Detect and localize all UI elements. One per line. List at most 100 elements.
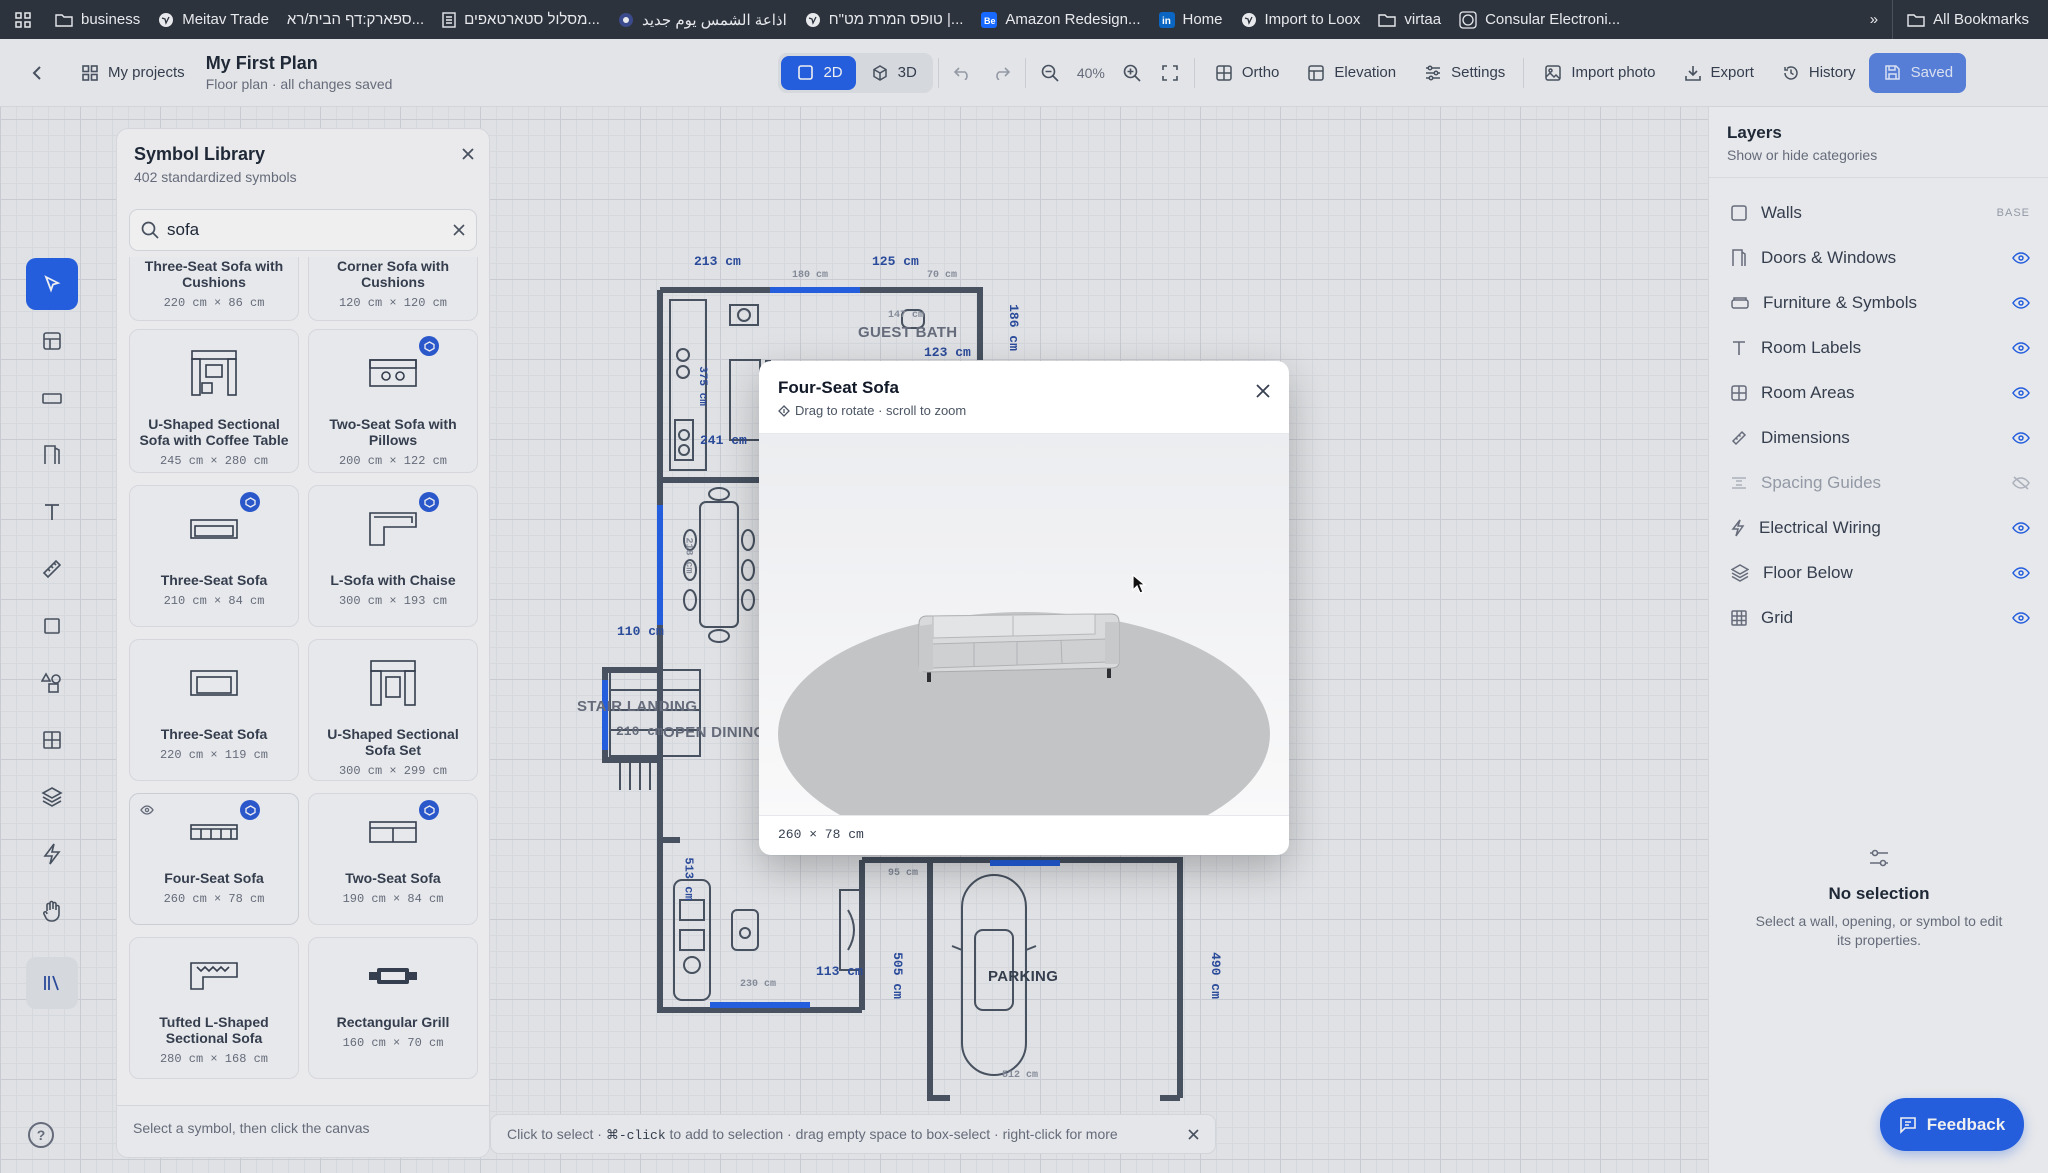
layer-doors-windows[interactable]: Doors & Windows xyxy=(1709,235,2048,280)
symbol-search-input[interactable]: sofa xyxy=(129,209,477,251)
layer-floor-below[interactable]: Floor Below xyxy=(1709,550,2048,595)
my-projects-button[interactable]: My projects xyxy=(66,53,198,93)
close-modal-button[interactable] xyxy=(1255,383,1271,404)
bookmark-business[interactable]: business xyxy=(46,0,149,39)
layer-spacing-guides[interactable]: Spacing Guides xyxy=(1709,460,2048,505)
symbol-name: Three-Seat Sofa xyxy=(160,572,268,588)
symbol-card[interactable]: Three-Seat Sofa 220 cm × 119 cm xyxy=(129,639,299,781)
symbol-card[interactable]: U-Shaped Sectional Sofa with Coffee Tabl… xyxy=(129,329,299,473)
bookmark-loox[interactable]: Import to Loox xyxy=(1232,0,1370,39)
room-tool-button[interactable] xyxy=(26,315,78,367)
bookmark-spark[interactable]: ספארק:דף הבית/רא... xyxy=(278,0,433,39)
shapes-tool-button[interactable] xyxy=(26,657,78,709)
symbol-card[interactable]: Three-Seat Sofa with Cushions 220 cm × 86… xyxy=(129,257,299,321)
modal-title: Four-Seat Sofa xyxy=(778,378,899,397)
settings-button[interactable]: Settings xyxy=(1409,53,1518,93)
measure-tool-button[interactable] xyxy=(26,543,78,595)
pan-tool-button[interactable] xyxy=(26,885,78,937)
bookmark-startups[interactable]: מסלול סטארטאפים... xyxy=(433,0,609,39)
apps-grid-icon[interactable] xyxy=(0,11,46,28)
fit-screen-button[interactable] xyxy=(1151,53,1189,93)
feedback-button[interactable]: Feedback xyxy=(1880,1098,2024,1151)
symbol-preview-modal: Four-Seat Sofa Drag to rotate · scroll t… xyxy=(759,361,1289,855)
globe-icon xyxy=(1241,12,1256,27)
eye-icon[interactable] xyxy=(2012,566,2030,579)
elevation-button[interactable]: Elevation xyxy=(1292,53,1409,93)
layers-panel: Layers Show or hide categories Walls BASE… xyxy=(1708,107,2048,1173)
view-3d-button[interactable]: 3D xyxy=(856,56,930,90)
wall-tool-button[interactable] xyxy=(26,372,78,424)
bookmark-home[interactable]: in Home xyxy=(1150,0,1232,39)
view-2d-button[interactable]: 2D xyxy=(781,55,856,90)
undo-button[interactable] xyxy=(944,53,982,93)
bookmark-virtaa[interactable]: virtaa xyxy=(1369,0,1450,39)
text-tool-button[interactable] xyxy=(26,486,78,538)
layer-walls[interactable]: Walls BASE xyxy=(1709,190,2048,235)
layer-furniture-symbols[interactable]: Furniture & Symbols xyxy=(1709,280,2048,325)
layer-grid[interactable]: Grid xyxy=(1709,595,2048,640)
history-button[interactable]: History xyxy=(1767,53,1869,93)
linkedin-icon: in xyxy=(1158,11,1175,28)
layer-dimensions[interactable]: Dimensions xyxy=(1709,415,2048,460)
clear-search-icon[interactable] xyxy=(453,224,465,236)
window-tool-button[interactable] xyxy=(26,714,78,766)
more-bookmarks-icon[interactable]: » xyxy=(1856,0,1892,39)
eye-icon[interactable] xyxy=(2012,296,2030,309)
bookmark-label: ספארק:דף הבית/רא... xyxy=(286,11,425,28)
globe-icon xyxy=(159,12,174,27)
symbol-card[interactable]: Two-Seat Sofa 190 cm × 84 cm xyxy=(308,793,478,925)
symbol-card[interactable]: Tufted L-Shaped Sectional Sofa 280 cm × 1… xyxy=(129,937,299,1079)
symbol-card[interactable]: Corner Sofa with Cushions 120 cm × 120 cm xyxy=(308,257,478,321)
eye-icon[interactable] xyxy=(2012,521,2030,534)
import-photo-button[interactable]: Import photo xyxy=(1529,53,1668,93)
symbol-card[interactable]: Four-Seat Sofa 260 cm × 78 cm xyxy=(129,793,299,925)
back-button[interactable] xyxy=(0,53,66,93)
zoom-in-button[interactable] xyxy=(1113,53,1151,93)
dimension-label: 147 cm xyxy=(888,310,925,321)
bookmark-amazon[interactable]: Be Amazon Redesign... xyxy=(972,0,1149,39)
close-icon[interactable] xyxy=(1188,1128,1199,1140)
dimension-label: 512 cm xyxy=(1002,1070,1039,1081)
eye-icon[interactable] xyxy=(2012,251,2030,264)
bookmark-exchange[interactable]: טופס המרת מט"ח |... xyxy=(796,0,973,39)
shapes-icon xyxy=(41,672,61,693)
lightning-icon xyxy=(1731,519,1745,536)
export-button[interactable]: Export xyxy=(1669,53,1767,93)
symbol-name: L-Sofa with Chaise xyxy=(330,572,456,588)
redo-button[interactable] xyxy=(982,53,1020,93)
saved-button[interactable]: Saved xyxy=(1868,52,1967,93)
bookmark-meitav[interactable]: Meitav Trade xyxy=(149,0,278,39)
eye-off-icon[interactable] xyxy=(2012,475,2030,490)
symbol-card[interactable]: Two-Seat Sofa with Pillows 200 cm × 122 c… xyxy=(308,329,478,473)
layer-room-labels[interactable]: Room Labels xyxy=(1709,325,2048,370)
electrical-tool-button[interactable] xyxy=(26,828,78,880)
ortho-button[interactable]: Ortho xyxy=(1200,53,1293,93)
layers-tool-button[interactable] xyxy=(26,771,78,823)
close-library-button[interactable] xyxy=(461,147,475,166)
eye-icon[interactable] xyxy=(2012,386,2030,399)
sectional-sofa-icon xyxy=(191,350,237,396)
layer-name: Furniture & Symbols xyxy=(1763,292,1917,312)
select-tool-button[interactable] xyxy=(26,258,78,310)
area-tool-button[interactable] xyxy=(26,600,78,652)
all-bookmarks[interactable]: All Bookmarks xyxy=(1892,0,2038,39)
layer-room-areas[interactable]: Room Areas xyxy=(1709,370,2048,415)
door-tool-button[interactable] xyxy=(26,429,78,481)
library-tool-button[interactable] xyxy=(26,957,78,1009)
eye-icon[interactable] xyxy=(2012,611,2030,624)
bookmark-consular[interactable]: Consular Electroni... xyxy=(1450,0,1629,39)
eye-icon[interactable] xyxy=(2012,431,2030,444)
symbol-card[interactable]: L-Sofa with Chaise 300 cm × 193 cm xyxy=(308,485,478,627)
symbol-card[interactable]: Rectangular Grill 160 cm × 70 cm xyxy=(308,937,478,1079)
layer-electrical-wiring[interactable]: Electrical Wiring xyxy=(1709,505,2048,550)
3d-viewer[interactable] xyxy=(759,434,1289,855)
eye-icon[interactable] xyxy=(2012,341,2030,354)
bookmark-radio[interactable]: اذاعة الشمس يوم جديد xyxy=(609,0,796,39)
symbol-card[interactable]: U-Shaped Sectional Sofa Set 300 cm × 299 … xyxy=(308,639,478,781)
zoom-out-button[interactable] xyxy=(1031,53,1069,93)
dimension-label: 125 cm xyxy=(872,254,919,269)
separator xyxy=(937,57,939,88)
symbol-card[interactable]: Three-Seat Sofa 210 cm × 84 cm xyxy=(129,485,299,627)
symbol-dims: 300 cm × 193 cm xyxy=(338,594,448,608)
help-icon[interactable]: ? xyxy=(28,1122,54,1148)
